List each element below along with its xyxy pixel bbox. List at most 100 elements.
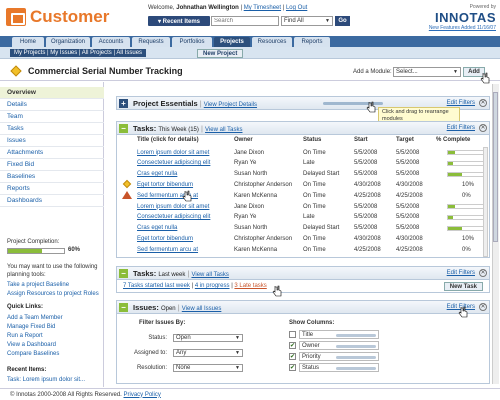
sidebar-item-tasks[interactable]: Tasks	[0, 123, 104, 135]
task-title-link[interactable]: Cras eget nulla	[137, 225, 177, 231]
drag-handle[interactable]	[336, 356, 376, 359]
tab-resources[interactable]: Resources	[252, 37, 292, 47]
collapse-icon[interactable]: −	[119, 124, 128, 133]
collapse-icon[interactable]: −	[119, 269, 128, 278]
task-title-link[interactable]: Eget tortor bibendum	[137, 236, 193, 242]
sidebar-item-overview[interactable]: Overview	[0, 87, 104, 99]
tab-accounts[interactable]: Accounts	[92, 37, 130, 47]
task-title-link[interactable]: Consectetuer adipiscing elit	[137, 160, 210, 166]
recent-items-button[interactable]: ▾ Recent Items	[148, 16, 210, 26]
col-owner-checkbox[interactable]: ✔	[289, 342, 296, 349]
new-task-button[interactable]: New Task	[443, 282, 483, 291]
sidebar-item-baselines[interactable]: Baselines	[0, 171, 104, 183]
sidebar-item-details[interactable]: Details	[0, 99, 104, 111]
task-title-link[interactable]: Sed fermentum arcu at	[137, 247, 198, 253]
table-row[interactable]: Consectetuer adipiscing elit Ryan Ye Late 5…	[117, 159, 489, 168]
tab-organization[interactable]: Organization	[46, 37, 90, 47]
issues-header[interactable]: − Issues: Open | View all Issues Edit Fi…	[117, 301, 489, 314]
close-icon[interactable]: ✕	[479, 99, 487, 107]
close-icon[interactable]: ✕	[479, 269, 487, 277]
drag-handle[interactable]	[336, 367, 376, 370]
col-start[interactable]: Start	[354, 137, 368, 143]
tasks-week-header[interactable]: − Tasks: This Week (15) | View all Tasks…	[117, 122, 489, 135]
table-row[interactable]: Eget tortor bibendum Christopher Anderson…	[117, 180, 489, 189]
view-project-details-link[interactable]: View Project Details	[204, 102, 257, 108]
task-title-link[interactable]: Cras eget nulla	[137, 171, 177, 177]
col-priority-option[interactable]: Priority	[299, 352, 379, 361]
sidebar-item-issues[interactable]: Issues	[0, 135, 104, 147]
task-title-link[interactable]: Lorem ipsum dolor sit amet	[137, 204, 209, 210]
my-timesheet-link[interactable]: My Timesheet	[244, 5, 281, 11]
close-icon[interactable]: ✕	[479, 124, 487, 132]
table-row[interactable]: Eget tortor bibendum Christopher Anderson…	[117, 234, 489, 243]
filter-status-select[interactable]: Open ▼	[173, 334, 243, 342]
assign-resources-link[interactable]: Assign Resources to project Roles	[7, 290, 99, 298]
col-status-checkbox[interactable]: ✔	[289, 364, 296, 371]
col-owner[interactable]: Owner	[234, 137, 253, 143]
table-row[interactable]: Cras eget nulla Susan North Delayed Start 5…	[117, 224, 489, 233]
filter-resolution-select[interactable]: None ▼	[173, 364, 243, 372]
table-row[interactable]: Consectetuer adipiscing elit Ryan Ye Late 5…	[117, 213, 489, 222]
task-title-link[interactable]: Lorem ipsum dolor sit amet	[137, 150, 209, 156]
col-status[interactable]: Status	[303, 137, 321, 143]
quick-link-add-team-member[interactable]: Add a Team Member	[7, 314, 99, 322]
baseline-link[interactable]: Take a project Baseline	[7, 281, 99, 289]
subnav-links[interactable]: My Projects | My Issues | All Projects |…	[10, 49, 147, 57]
filter-assigned-select[interactable]: Any ▼	[173, 349, 243, 357]
view-all-issues-link[interactable]: View all Issues	[182, 306, 222, 312]
tab-reports[interactable]: Reports	[294, 37, 330, 47]
col-complete[interactable]: % Complete	[436, 137, 470, 143]
view-all-tasks-link[interactable]: View all Tasks	[191, 272, 228, 278]
table-row[interactable]: Lorem ipsum dolor sit amet Jane Dixon On T…	[117, 148, 489, 157]
quick-link-compare-baselines[interactable]: Compare Baselines	[7, 350, 99, 358]
find-scope-select[interactable]: Find All ▼	[281, 16, 333, 26]
col-target[interactable]: Target	[396, 137, 414, 143]
late-tasks-link[interactable]: 3 Late tasks	[234, 283, 266, 289]
in-progress-link[interactable]: 4 in progress	[195, 283, 230, 289]
sidebar-item-attachments[interactable]: Attachments	[0, 147, 104, 159]
sidebar-item-fixed-bid[interactable]: Fixed Bid	[0, 159, 104, 171]
tab-requests[interactable]: Requests	[132, 37, 170, 47]
privacy-policy-link[interactable]: Privacy Policy	[124, 392, 161, 398]
table-row[interactable]: Cras eget nulla Susan North Delayed Start 5…	[117, 170, 489, 179]
quick-link-run-report[interactable]: Run a Report	[7, 332, 99, 340]
table-row[interactable]: Lorem ipsum dolor sit amet Jane Dixon On T…	[117, 202, 489, 211]
col-title-option[interactable]: Title	[299, 330, 379, 339]
table-scrollbar[interactable]	[483, 147, 488, 257]
drag-handle[interactable]	[336, 345, 376, 348]
tasks-started-link[interactable]: 7 Tasks started last week	[123, 283, 190, 289]
add-module-select[interactable]: Select... ▼	[393, 67, 461, 77]
search-input[interactable]	[211, 16, 279, 26]
new-project-button[interactable]: New Project	[197, 49, 244, 58]
view-all-tasks-link[interactable]: View all Tasks	[205, 127, 242, 133]
edit-filters-link[interactable]: Edit Filters	[447, 270, 475, 276]
quick-link-manage-fixed-bid[interactable]: Manage Fixed Bid	[7, 323, 99, 331]
quick-link-view-dashboard[interactable]: View a Dashboard	[7, 341, 99, 349]
collapse-icon[interactable]: −	[119, 303, 128, 312]
sidebar-item-team[interactable]: Team	[0, 111, 104, 123]
expand-icon[interactable]: +	[119, 99, 128, 108]
col-owner-option[interactable]: Owner	[299, 341, 379, 350]
sidebar-item-reports[interactable]: Reports	[0, 183, 104, 195]
scrollbar-thumb[interactable]	[493, 92, 498, 242]
go-button[interactable]: Go	[335, 16, 350, 26]
tab-portfolios[interactable]: Portfolios	[172, 37, 212, 47]
edit-filters-link[interactable]: Edit Filters	[447, 100, 475, 106]
col-priority-checkbox[interactable]: ✔	[289, 353, 296, 360]
recent-item-link[interactable]: Task: Lorem ipsum dolor sit...	[7, 376, 99, 384]
col-status-option[interactable]: Status	[299, 363, 379, 372]
sidebar-item-dashboards[interactable]: Dashboards	[0, 195, 104, 207]
col-title[interactable]: Title (click for details)	[137, 137, 199, 143]
tab-projects[interactable]: Projects	[214, 37, 250, 47]
table-row[interactable]: Sed fermentum arcu at Karen McKenna On Tim…	[117, 191, 489, 200]
drag-handle[interactable]	[336, 334, 376, 337]
task-title-link[interactable]: Consectetuer adipiscing elit	[137, 214, 210, 220]
table-row[interactable]: Sed fermentum arcu at Karen McKenna On Tim…	[117, 245, 489, 254]
edit-filters-link[interactable]: Edit Filters	[447, 125, 475, 131]
log-out-link[interactable]: Log Out	[286, 5, 307, 11]
tab-home[interactable]: Home	[12, 37, 44, 47]
tasks-last-header[interactable]: − Tasks: Last week | View all Tasks Edit…	[117, 267, 489, 280]
task-title-link[interactable]: Eget tortor bibendum	[137, 182, 193, 188]
new-features-link[interactable]: New Features Added 11/16/07	[410, 25, 496, 31]
close-icon[interactable]: ✕	[479, 303, 487, 311]
